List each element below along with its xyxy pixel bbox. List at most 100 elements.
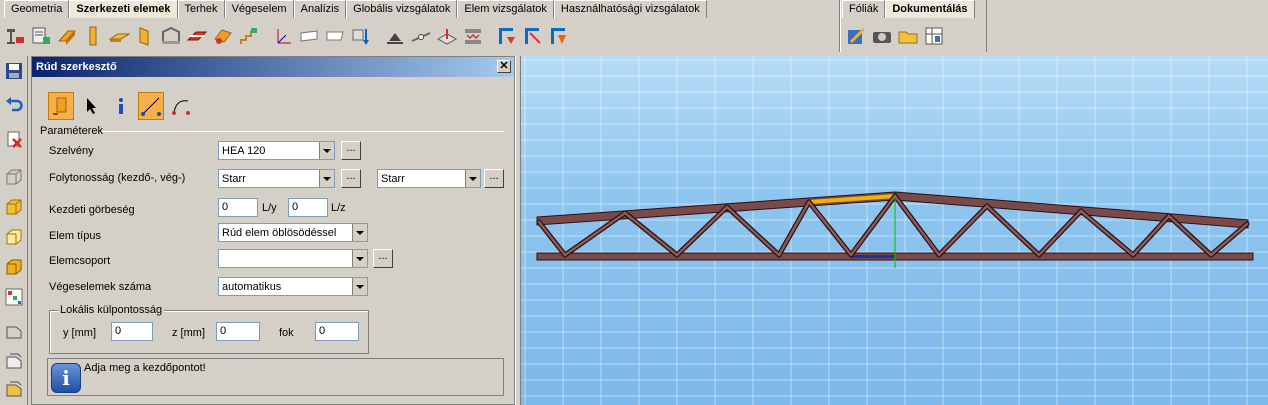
fe-count-label: Végeselemek száma: [49, 281, 152, 293]
edit-report-icon[interactable]: [843, 22, 869, 50]
bar-mode-icon[interactable]: [48, 92, 74, 120]
chevron-down-icon[interactable]: [319, 170, 334, 187]
delete-icon[interactable]: [3, 128, 25, 150]
profile-browse-button[interactable]: ...: [341, 141, 361, 160]
element-type-select[interactable]: Rúd elem öblösödéssel: [218, 223, 368, 242]
grid-view-icon[interactable]: [3, 286, 25, 308]
rigid-body-icon[interactable]: [434, 22, 460, 50]
column-icon[interactable]: [80, 22, 106, 50]
continuity-label: Folytonosság (kezdő-, vég-): [49, 172, 186, 184]
tab-1[interactable]: Szerkezeti elemek: [69, 0, 178, 18]
wall-icon[interactable]: [132, 22, 158, 50]
fe-count-value: automatikus: [222, 280, 282, 293]
continuity-start-value: Starr: [222, 172, 246, 185]
slab-icon[interactable]: [106, 22, 132, 50]
close-button[interactable]: ✕: [497, 60, 511, 73]
ecc-z-label: z [mm]: [172, 327, 205, 339]
view-shaded-icon[interactable]: [3, 226, 25, 248]
ecc-deg-label: fok: [279, 327, 294, 339]
release-both-icon[interactable]: [546, 22, 572, 50]
flag-icon[interactable]: [296, 22, 322, 50]
support-icon[interactable]: [382, 22, 408, 50]
tab-7[interactable]: Használhatósági vizsgálatok: [553, 0, 707, 18]
main-toolbar: [2, 19, 572, 52]
ecc-y-input[interactable]: 0: [111, 322, 153, 341]
continuity-end-select[interactable]: Starr: [377, 169, 481, 188]
profile-label: Szelvény: [49, 145, 94, 157]
chevron-down-icon[interactable]: [319, 142, 334, 159]
ribbon-tabs: Geometria Szerkezeti elemek Terhek Végesele…: [4, 0, 707, 18]
tab-3[interactable]: Végeselem: [224, 0, 294, 18]
right-tab-1[interactable]: Dokumentálás: [885, 0, 975, 18]
mode-icons: [48, 92, 194, 120]
release-start-icon[interactable]: [494, 22, 520, 50]
undo-icon[interactable]: [3, 94, 25, 116]
eccentricity-title: Lokális külpontosság: [58, 304, 165, 316]
layer-3-icon[interactable]: [3, 378, 25, 400]
continuity-end-value: Starr: [381, 172, 405, 185]
chevron-down-icon[interactable]: [352, 278, 367, 295]
ecc-y-label: y [mm]: [63, 327, 96, 339]
beam-icon[interactable]: [54, 22, 80, 50]
spring-icon[interactable]: [460, 22, 486, 50]
group-select[interactable]: [218, 249, 368, 268]
pointer-icon[interactable]: [78, 92, 104, 120]
axis-icon[interactable]: [270, 22, 296, 50]
continuity-start-select[interactable]: Starr: [218, 169, 335, 188]
tab-0[interactable]: Geometria: [4, 0, 70, 18]
fe-count-select[interactable]: automatikus: [218, 277, 368, 296]
chevron-down-icon[interactable]: [352, 224, 367, 241]
ecc-z-input[interactable]: 0: [216, 322, 260, 341]
layer-1-icon[interactable]: [3, 320, 25, 342]
view-wire-icon[interactable]: [3, 166, 25, 188]
bottom-chord-highlight[interactable]: [851, 255, 895, 258]
material-icon[interactable]: [2, 22, 28, 50]
arc-mode-icon[interactable]: [168, 92, 194, 120]
ecc-deg-input[interactable]: 0: [315, 322, 359, 341]
truss-drawing: [521, 56, 1268, 405]
drawing-icon[interactable]: [921, 22, 947, 50]
camera-icon[interactable]: [869, 22, 895, 50]
truss-red-icon[interactable]: [184, 22, 210, 50]
element-type-value: Rúd elem öblösödéssel: [222, 226, 337, 239]
view-render-icon[interactable]: [3, 256, 25, 278]
tab-2[interactable]: Terhek: [177, 0, 225, 18]
section-library-icon[interactable]: [28, 22, 54, 50]
profile-select[interactable]: HEA 120: [218, 141, 335, 160]
status-message: i Adja meg a kezdőpontot!: [47, 358, 504, 396]
curvature-ly-unit: L/y: [262, 202, 277, 214]
truss-diagonals-face: [537, 194, 1249, 257]
release-end-icon[interactable]: [520, 22, 546, 50]
continuity-end-browse-button[interactable]: ...: [484, 169, 504, 188]
load-transfer-icon[interactable]: [348, 22, 374, 50]
frame-icon[interactable]: [158, 22, 184, 50]
chevron-down-icon[interactable]: [352, 250, 367, 267]
dialog-title-text: Rúd szerkesztő: [36, 61, 117, 73]
curvature-ly-input[interactable]: 0: [218, 198, 258, 217]
continuity-start-browse-button[interactable]: ...: [341, 169, 361, 188]
tab-5[interactable]: Globális vizsgálatok: [346, 0, 458, 18]
view-solid-icon[interactable]: [3, 196, 25, 218]
flag-down-icon[interactable]: [322, 22, 348, 50]
right-tab-0[interactable]: Fóliák: [842, 0, 886, 18]
dialog-title: Rúd szerkesztő ✕: [32, 57, 514, 77]
curvature-lz-input[interactable]: 0: [288, 198, 328, 217]
arch-icon[interactable]: [210, 22, 236, 50]
group-label: Elemcsoport: [49, 255, 111, 267]
tab-4[interactable]: Analízis: [293, 0, 347, 18]
stair-icon[interactable]: [236, 22, 262, 50]
line-mode-icon[interactable]: [138, 92, 164, 120]
truss-model[interactable]: [536, 191, 1254, 268]
hinge-icon[interactable]: [408, 22, 434, 50]
info-mode-icon[interactable]: [108, 92, 134, 120]
save-icon[interactable]: [3, 60, 25, 82]
curvature-label: Kezdeti görbeség: [49, 204, 135, 216]
layer-2-icon[interactable]: [3, 350, 25, 372]
status-message-text: Adja meg a kezdőpontot!: [84, 362, 206, 374]
model-viewport[interactable]: [521, 56, 1268, 405]
folder-icon[interactable]: [895, 22, 921, 50]
tab-6[interactable]: Elem vizsgálatok: [457, 0, 554, 18]
chevron-down-icon[interactable]: [465, 170, 480, 187]
group-browse-button[interactable]: ...: [373, 249, 393, 268]
parameters-divider: [102, 131, 504, 132]
